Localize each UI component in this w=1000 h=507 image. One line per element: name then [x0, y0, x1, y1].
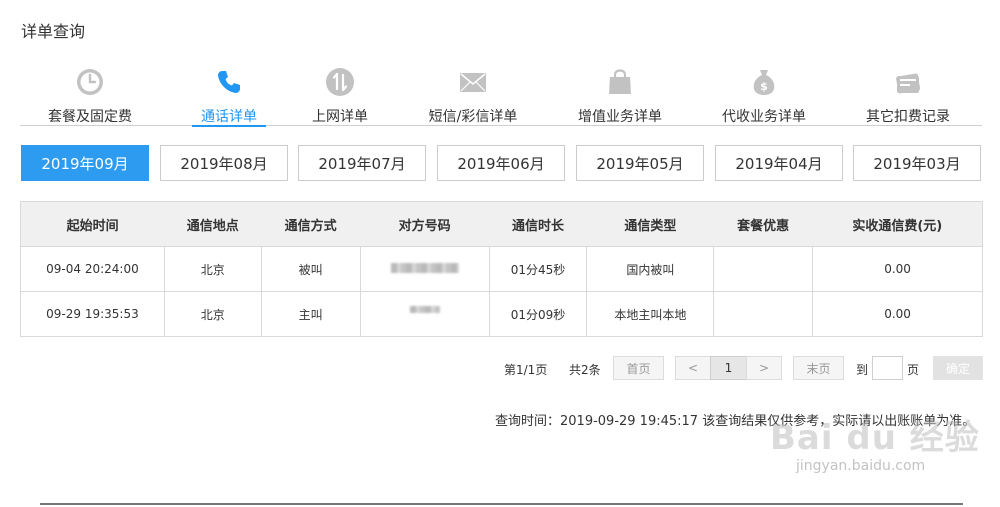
table-header-row: 起始时间 通信地点 通信方式 对方号码 通信时长 通信类型 套餐优惠 实收通信费… — [20, 201, 983, 247]
discount-cell — [713, 291, 814, 337]
tab-label: 短信/彩信详单 — [428, 109, 518, 125]
tab-label: 增值业务详单 — [578, 109, 662, 125]
phone-icon — [218, 71, 240, 93]
column-header: 通信方式 — [261, 201, 361, 247]
duration-cell: 01分45秒 — [488, 246, 588, 292]
svg-text:$: $ — [760, 80, 768, 93]
page-unit-label: 页 — [907, 363, 920, 377]
tab-internet-details[interactable]: 上网详单 — [270, 62, 410, 126]
month-tab-2019-03[interactable]: 2019年03月 — [853, 145, 981, 181]
money-bag-icon: $ — [753, 70, 775, 95]
tab-collection-details[interactable]: $ 代收业务详单 — [694, 62, 834, 126]
envelope-icon — [460, 73, 486, 92]
tab-value-added-details[interactable]: 增值业务详单 — [550, 62, 690, 126]
prev-page-button[interactable]: < — [675, 356, 711, 380]
tab-label: 套餐及固定费 — [48, 109, 132, 125]
column-header: 套餐优惠 — [713, 201, 813, 247]
next-page-button[interactable]: > — [746, 356, 782, 380]
category-nav: 套餐及固定费 通话详单 上网详单 短信/彩信详单 增值业务详单 $ 代收业务详单… — [20, 62, 982, 127]
mode-cell: 被叫 — [260, 246, 361, 292]
last-page-button[interactable]: 末页 — [793, 356, 844, 380]
month-tab-2019-07[interactable]: 2019年07月 — [298, 145, 426, 181]
confirm-button[interactable]: 确定 — [933, 356, 983, 380]
page-title: 详单查询 — [21, 22, 86, 41]
redacted-number — [409, 306, 440, 313]
current-page-button[interactable]: 1 — [710, 356, 747, 380]
column-header: 起始时间 — [20, 201, 165, 247]
table-row: 09-04 20:24:00 北京 被叫 01分45秒 国内被叫 0.00 — [20, 246, 983, 292]
number-cell — [359, 246, 490, 292]
tab-sms-mms-details[interactable]: 短信/彩信详单 — [403, 62, 543, 126]
place-cell: 北京 — [163, 291, 262, 337]
month-tab-2019-08[interactable]: 2019年08月 — [160, 145, 288, 181]
fee-cell: 0.00 — [812, 291, 983, 337]
clock-icon — [77, 69, 103, 95]
shopping-bag-icon — [609, 69, 631, 94]
discount-cell — [713, 246, 814, 292]
start-time-cell: 09-29 19:35:53 — [20, 291, 165, 337]
month-tab-2019-05[interactable]: 2019年05月 — [576, 145, 704, 181]
first-page-button[interactable]: 首页 — [613, 356, 664, 380]
column-header: 对方号码 — [360, 201, 490, 247]
call-records-table: 起始时间 通信地点 通信方式 对方号码 通信时长 通信类型 套餐优惠 实收通信费… — [20, 201, 983, 337]
tab-label: 上网详单 — [312, 109, 368, 125]
month-tab-2019-06[interactable]: 2019年06月 — [437, 145, 565, 181]
month-selector: 2019年09月 2019年08月 2019年07月 2019年06月 2019… — [21, 145, 983, 181]
pagination: 第1/1页 共2条 首页 < 1 > 末页 到 页 确定 — [0, 356, 1000, 380]
mode-cell: 主叫 — [260, 291, 361, 337]
month-tab-2019-09[interactable]: 2019年09月 — [21, 145, 149, 181]
total-count: 共2条 — [569, 363, 601, 377]
data-transfer-icon — [326, 68, 354, 96]
query-notice: 查询时间：2019-09-29 19:45:17 该查询结果仅供参考，实际请以出… — [495, 414, 976, 429]
column-header: 通信地点 — [164, 201, 262, 247]
start-time-cell: 09-04 20:24:00 — [20, 246, 165, 292]
number-cell — [359, 291, 490, 337]
month-tab-2019-04[interactable]: 2019年04月 — [715, 145, 843, 181]
duration-cell: 01分09秒 — [488, 291, 588, 337]
tab-package-fixed-fee[interactable]: 套餐及固定费 — [20, 62, 160, 126]
goto-label: 到 — [856, 363, 869, 377]
tab-label: 代收业务详单 — [722, 109, 806, 125]
watermark-url: jingyan.baidu.com — [796, 458, 926, 474]
table-row: 09-29 19:35:53 北京 主叫 01分09秒 本地主叫本地 0.00 — [20, 291, 983, 337]
bottom-divider — [40, 503, 963, 505]
receipt-icon — [896, 73, 921, 94]
fee-cell: 0.00 — [812, 246, 983, 292]
column-header: 通信时长 — [489, 201, 587, 247]
column-header: 通信类型 — [586, 201, 714, 247]
place-cell: 北京 — [163, 246, 262, 292]
tab-other-deductions[interactable]: 其它扣费记录 — [838, 62, 978, 126]
type-cell: 本地主叫本地 — [586, 291, 715, 337]
redacted-number — [390, 263, 459, 273]
type-cell: 国内被叫 — [586, 246, 715, 292]
page-info: 第1/1页 — [504, 363, 548, 377]
column-header: 实收通信费(元) — [812, 201, 983, 247]
tab-label: 其它扣费记录 — [866, 109, 950, 125]
page-number-input[interactable] — [872, 356, 903, 380]
